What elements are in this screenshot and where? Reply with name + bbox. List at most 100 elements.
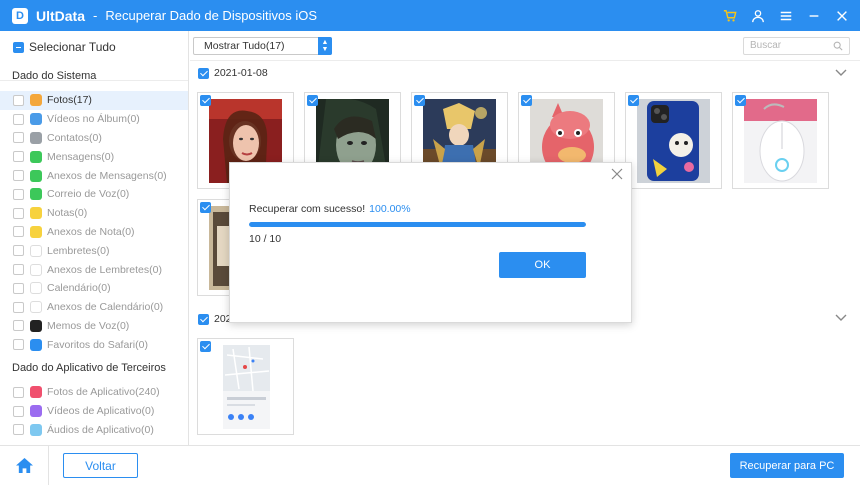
- reminders-icon: [30, 244, 42, 257]
- sidebar-item-checkbox[interactable]: [13, 301, 24, 313]
- sidebar-item[interactable]: Contatos(0): [0, 129, 188, 148]
- ultdata-logo-icon: D: [12, 7, 28, 24]
- contacts-icon: [30, 131, 42, 144]
- sidebar-item[interactable]: Lembretes(0): [0, 241, 188, 260]
- sidebar-item[interactable]: Notas(0): [0, 204, 188, 223]
- sidebar-item-checkbox[interactable]: [13, 207, 24, 219]
- sidebar-item-checkbox[interactable]: [13, 113, 24, 125]
- user-icon[interactable]: [750, 8, 766, 24]
- sidebar-item[interactable]: Fotos(17): [0, 91, 188, 110]
- sidebar-item-checkbox[interactable]: [13, 245, 24, 257]
- sidebar: Selecionar Tudo Dado do Sistema Fotos(17…: [0, 31, 189, 445]
- sidebar-item-checkbox[interactable]: [13, 405, 24, 417]
- menu-icon[interactable]: [778, 8, 794, 24]
- sidebar-item[interactable]: Vídeos de Aplicativo(0): [0, 402, 188, 421]
- photo-thumbnail[interactable]: [732, 92, 829, 189]
- sidebar-item-checkbox[interactable]: [13, 226, 24, 238]
- sidebar-item-label: Anexos de Lembretes(0): [47, 263, 162, 276]
- cart-icon[interactable]: [722, 8, 738, 24]
- sidebar-item[interactable]: Anexos de Lembretes(0): [0, 260, 188, 279]
- sidebar-item-label: Notas(0): [47, 207, 88, 220]
- close-icon[interactable]: [834, 8, 850, 24]
- sidebar-item[interactable]: Vídeos no Álbum(0): [0, 110, 188, 129]
- chevron-down-icon[interactable]: [835, 69, 847, 77]
- sidebar-item[interactable]: Fotos de Aplicativo(240): [0, 383, 188, 402]
- select-all-label: Selecionar Tudo: [29, 40, 116, 54]
- search-input[interactable]: Buscar: [743, 37, 850, 55]
- third-party-list: Fotos de Aplicativo(240) Vídeos de Aplica…: [0, 383, 188, 440]
- date-group-checkbox[interactable]: [198, 313, 209, 325]
- filter-dropdown[interactable]: Mostrar Tudo(17) ▲ ▼: [193, 37, 332, 55]
- photo-checkbox[interactable]: [307, 95, 318, 106]
- sidebar-item-checkbox[interactable]: [13, 339, 24, 351]
- sidebar-item-checkbox[interactable]: [13, 320, 24, 332]
- select-all-checkbox[interactable]: [13, 41, 24, 53]
- sidebar-item-label: Contatos(0): [47, 131, 102, 144]
- sidebar-item-label: Vídeos de Aplicativo(0): [47, 405, 155, 418]
- ok-button[interactable]: OK: [499, 252, 586, 278]
- select-all[interactable]: Selecionar Tudo: [13, 40, 116, 54]
- sidebar-item-label: Anexos de Mensagens(0): [47, 169, 167, 182]
- recover-to-pc-button[interactable]: Recuperar para PC: [730, 453, 844, 478]
- sidebar-item-label: Correio de Voz(0): [47, 188, 130, 201]
- search-icon[interactable]: [833, 41, 843, 51]
- minimize-icon[interactable]: [806, 8, 822, 24]
- dialog-percent: 100.00%: [369, 203, 411, 215]
- sidebar-item-checkbox[interactable]: [13, 188, 24, 200]
- sidebar-item[interactable]: Anexos de Calendário(0): [0, 298, 188, 317]
- sidebar-item-checkbox[interactable]: [13, 132, 24, 144]
- date-group-header[interactable]: 2021-01-08: [198, 67, 268, 79]
- chevron-down-icon[interactable]: ▲ ▼: [318, 37, 332, 55]
- sidebar-item[interactable]: Áudios de Aplicativo(0): [0, 421, 188, 440]
- sidebar-item[interactable]: Calendário(0): [0, 279, 188, 298]
- close-icon[interactable]: [611, 168, 623, 180]
- sidebar-item[interactable]: Mensagens(0): [0, 147, 188, 166]
- photo-thumbnail[interactable]: [197, 338, 294, 435]
- photo-checkbox[interactable]: [200, 202, 211, 213]
- search-placeholder: Buscar: [750, 40, 782, 51]
- photo-checkbox[interactable]: [200, 341, 211, 352]
- date-group-header[interactable]: 202: [198, 313, 232, 325]
- app-photos-icon: [30, 386, 42, 399]
- sidebar-item-label: Vídeos no Álbum(0): [47, 113, 140, 126]
- photo-image: [744, 99, 817, 183]
- photo-checkbox[interactable]: [521, 95, 532, 106]
- system-data-list: Fotos(17) Vídeos no Álbum(0) Contatos(0) Me…: [0, 91, 188, 354]
- sidebar-item-label: Fotos(17): [47, 94, 92, 107]
- bottom-divider: [48, 446, 49, 485]
- sidebar-item-checkbox[interactable]: [13, 282, 24, 294]
- sidebar-item[interactable]: Favoritos do Safari(0): [0, 335, 188, 354]
- progress-fill: [249, 222, 586, 227]
- progress-bar: [249, 222, 586, 227]
- photo-image: [223, 345, 270, 429]
- photo-checkbox[interactable]: [628, 95, 639, 106]
- sidebar-item-checkbox[interactable]: [13, 424, 24, 436]
- sidebar-item-checkbox[interactable]: [13, 264, 24, 276]
- photo-checkbox[interactable]: [414, 95, 425, 106]
- sidebar-item[interactable]: Anexos de Mensagens(0): [0, 166, 188, 185]
- sidebar-item-label: Favoritos do Safari(0): [47, 338, 148, 351]
- back-button[interactable]: Voltar: [63, 453, 138, 478]
- toolbar: Mostrar Tudo(17) ▲ ▼ Buscar: [190, 31, 860, 61]
- filter-value: Mostrar Tudo(17): [204, 40, 285, 52]
- sidebar-item-checkbox[interactable]: [13, 386, 24, 398]
- photo-thumbnail[interactable]: [625, 92, 722, 189]
- sidebar-item[interactable]: Correio de Voz(0): [0, 185, 188, 204]
- sidebar-item[interactable]: Anexos de Nota(0): [0, 223, 188, 242]
- sidebar-item-checkbox[interactable]: [13, 94, 24, 106]
- note-attachment-icon: [30, 225, 42, 238]
- album-video-icon: [30, 113, 42, 126]
- sidebar-item-checkbox[interactable]: [13, 170, 24, 182]
- third-party-header: Dado do Aplicativo de Terceiros: [12, 362, 166, 374]
- dialog-count: 10 / 10: [249, 233, 282, 245]
- chevron-down-icon[interactable]: [835, 314, 847, 322]
- home-icon[interactable]: [15, 457, 34, 474]
- app-audio-icon: [30, 423, 42, 436]
- photo-checkbox[interactable]: [735, 95, 746, 106]
- date-group-checkbox[interactable]: [198, 67, 209, 79]
- photo-checkbox[interactable]: [200, 95, 211, 106]
- app-videos-icon: [30, 405, 42, 418]
- sidebar-item-checkbox[interactable]: [13, 151, 24, 163]
- sidebar-item[interactable]: Memos de Voz(0): [0, 317, 188, 336]
- sidebar-item-label: Memos de Voz(0): [47, 319, 130, 332]
